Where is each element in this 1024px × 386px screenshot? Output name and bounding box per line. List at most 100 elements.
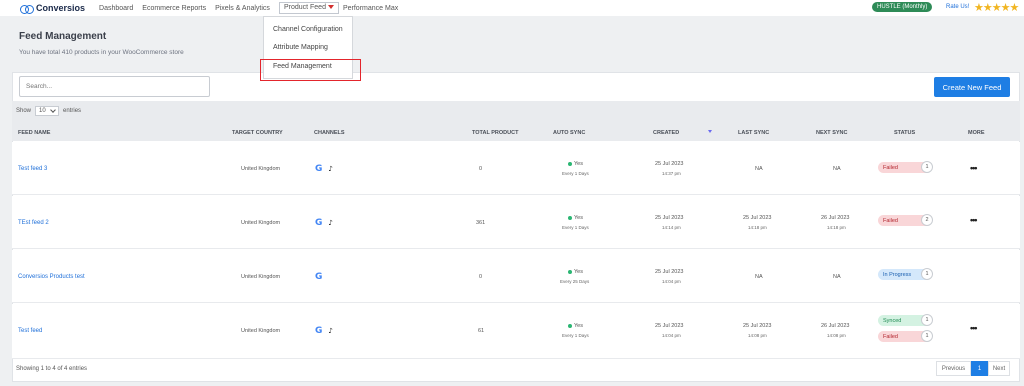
nav-ecommerce-reports[interactable]: Ecommerce Reports [142, 5, 206, 12]
create-new-feed-button[interactable]: Create New Feed [934, 77, 1010, 97]
status-label: Failed [883, 164, 898, 171]
status-count: 1 [921, 268, 933, 280]
channel-icons: G ♪ [315, 218, 333, 228]
total-product: 361 [476, 220, 486, 226]
last-sync-time: 14:08 pm [748, 333, 767, 338]
next-sync: NA [833, 166, 841, 172]
feed-management-highlight [260, 59, 361, 81]
col-auto-sync[interactable]: AUTO SYNC [553, 130, 585, 136]
col-more: MORE [968, 130, 985, 136]
page-title: Feed Management [19, 31, 107, 42]
feed-name-link[interactable]: Conversios Products test [18, 274, 85, 280]
nav-performance-max[interactable]: Performance Max [343, 5, 398, 12]
auto-sync-value: Yes [574, 161, 583, 167]
caret-down-icon [327, 5, 334, 10]
auto-sync-status: Yes [568, 215, 583, 221]
auto-sync-frequency: Every 1 Days [562, 333, 589, 338]
status-dot-icon [568, 161, 572, 166]
show-label: Show [16, 108, 32, 114]
channel-icons: G [315, 272, 328, 282]
more-options-icon[interactable]: ••• [970, 323, 978, 333]
entries-length-control: Show 10 entries [16, 106, 81, 116]
col-channels[interactable]: CHANNELS [314, 130, 345, 136]
tiktok-icon: ♪ [328, 165, 333, 173]
top-nav: Conversios Dashboard Ecommerce Reports P… [0, 0, 1024, 16]
total-product: 0 [479, 274, 483, 280]
target-country: United Kingdom [241, 166, 281, 172]
col-feed-name[interactable]: FEED NAME [18, 130, 50, 136]
feed-name-link[interactable]: Test feed 3 [18, 166, 47, 172]
created-time: 14:37 pm [662, 171, 681, 176]
auto-sync-status: Yes [568, 161, 583, 167]
feed-name-link[interactable]: Test feed [18, 328, 42, 334]
created-time: 14:04 pm [662, 333, 681, 338]
status-badge[interactable]: In Progress 1 [878, 268, 933, 280]
nav-dashboard[interactable]: Dashboard [99, 5, 133, 12]
col-last-sync[interactable]: LAST SYNC [738, 130, 769, 136]
more-options-icon[interactable]: ••• [970, 215, 978, 225]
table-row: TEst feed 2 United Kingdom G ♪ 361 Yes E… [12, 196, 1020, 249]
col-total-product[interactable]: TOTAL PRODUCT [472, 130, 518, 136]
search-input[interactable] [19, 76, 210, 97]
google-icon: G [315, 272, 323, 282]
next-sync-time: 14:08 pm [827, 333, 846, 338]
page-1-button[interactable]: 1 [971, 361, 988, 376]
channel-icons: G ♪ [315, 164, 333, 174]
col-status[interactable]: STATUS [894, 130, 915, 136]
next-sync: 26 Jul 2023 [821, 215, 850, 221]
status-count: 1 [921, 330, 933, 342]
rating-stars-icon[interactable]: ★★★★★ [974, 1, 1019, 14]
status-badge[interactable]: Failed 1 [878, 161, 933, 173]
feed-name-link[interactable]: TEst feed 2 [18, 220, 49, 226]
status-badge[interactable]: Failed 1 [878, 330, 933, 342]
next-page-button[interactable]: Next [988, 361, 1010, 376]
brand-name: Conversios [36, 3, 86, 13]
status-badge[interactable]: Synced 1 [878, 314, 933, 326]
menu-item-channel-configuration[interactable]: Channel Configuration [273, 26, 343, 33]
target-country: United Kingdom [241, 274, 281, 280]
col-target-country[interactable]: TARGET COUNTRY [232, 130, 283, 136]
auto-sync-frequency: Every 1 Days [562, 171, 589, 176]
col-created[interactable]: CREATED [653, 130, 679, 136]
menu-item-attribute-mapping[interactable]: Attribute Mapping [273, 44, 328, 51]
page-subtitle: You have total 410 products in your WooC… [19, 49, 184, 56]
next-sync: NA [833, 274, 841, 280]
pagination: Previous 1 Next [936, 361, 1010, 376]
table-row: Test feed 3 United Kingdom G ♪ 0 Yes Eve… [12, 142, 1020, 195]
entries-select-value: 10 [39, 108, 46, 114]
nav-product-feed[interactable]: Product Feed [278, 2, 339, 14]
col-next-sync[interactable]: NEXT SYNC [816, 130, 847, 136]
target-country: United Kingdom [241, 220, 281, 226]
status-count: 2 [921, 214, 933, 226]
brand-logo[interactable]: Conversios [20, 3, 86, 14]
rate-us-link[interactable]: Rate Us! [946, 4, 969, 10]
created-date: 25 Jul 2023 [655, 215, 684, 221]
plan-badge: HUSTLE (Monthly) [872, 2, 933, 12]
tiktok-icon: ♪ [328, 219, 333, 227]
entries-select[interactable]: 10 [35, 106, 60, 116]
status-dot-icon [568, 323, 572, 328]
created-date: 25 Jul 2023 [655, 269, 684, 275]
auto-sync-value: Yes [574, 215, 583, 221]
created-date: 25 Jul 2023 [655, 161, 684, 167]
status-label: Failed [883, 217, 898, 224]
google-icon: G [315, 218, 323, 228]
nav-pixels-analytics[interactable]: Pixels & Analytics [215, 5, 270, 12]
table-row: Test feed United Kingdom G ♪ 61 Yes Ever… [12, 304, 1020, 359]
more-options-icon[interactable]: ••• [970, 163, 978, 173]
sort-desc-icon[interactable] [708, 130, 712, 133]
created-time: 14:04 pm [662, 279, 681, 284]
target-country: United Kingdom [241, 328, 281, 334]
status-dot-icon [568, 215, 572, 220]
google-icon: G [315, 326, 323, 336]
status-dot-icon [568, 269, 572, 274]
last-sync-time: 14:18 pm [748, 225, 767, 230]
last-sync: 25 Jul 2023 [743, 215, 772, 221]
last-sync: NA [755, 166, 763, 172]
auto-sync-frequency: Every 1 Days [562, 225, 589, 230]
status-label: Failed [883, 333, 898, 340]
previous-page-button[interactable]: Previous [936, 361, 971, 376]
status-badge[interactable]: Failed 2 [878, 214, 933, 226]
table-row: Conversios Products test United Kingdom … [12, 250, 1020, 303]
conversios-logo-icon [20, 4, 34, 14]
